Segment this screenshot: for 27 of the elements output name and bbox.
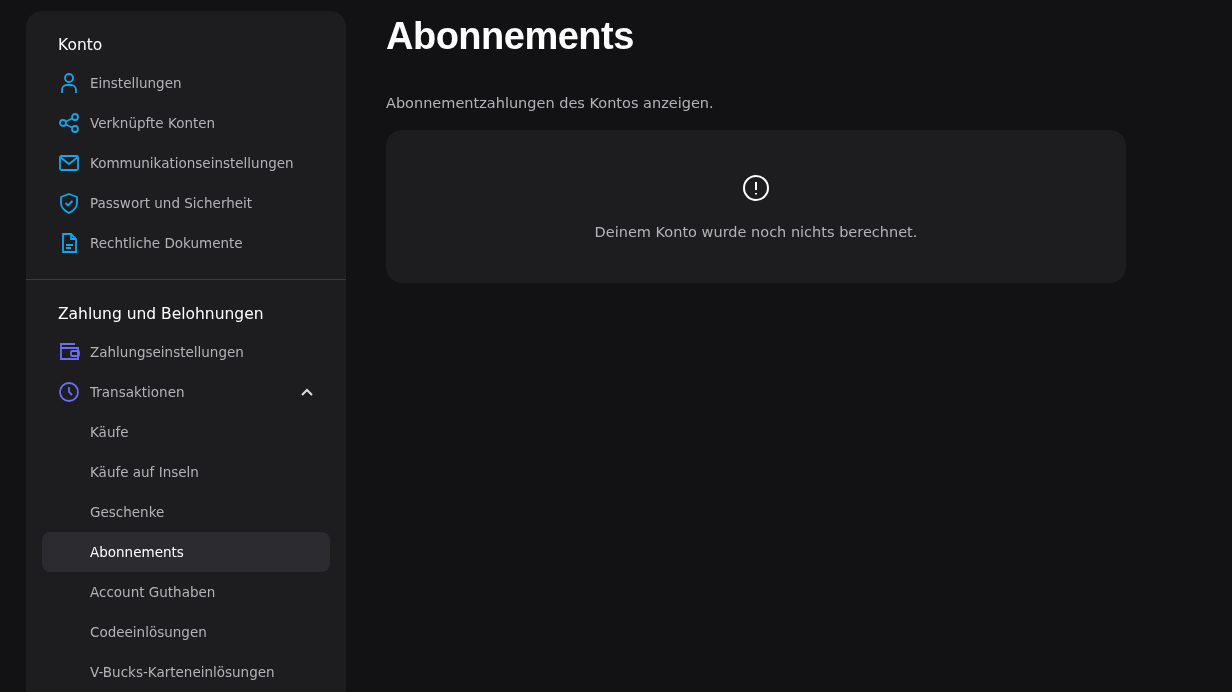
wallet-icon [58,341,80,363]
share-icon [58,112,80,134]
section-heading: Zahlung und Belohnungen [57,304,265,324]
sidebar-subitem[interactable]: Account Guthaben [42,572,330,612]
empty-message: Deinem Konto wurde noch nichts berechnet. [594,223,918,240]
sidebar-subitem[interactable]: Codeeinlösungen [42,612,330,652]
sidebar-item[interactable]: Einstellungen [42,63,330,103]
sidebar-subitem[interactable]: Käufe auf Inseln [42,452,330,492]
mail-icon [58,152,80,174]
sidebar-item[interactable]: Rechtliche Dokumente [42,223,330,263]
sidebar-item[interactable]: Kommunikationseinstellungen [42,143,330,183]
person-icon [58,72,80,94]
page-title: Abonnements [386,14,634,59]
alert-icon [742,173,770,202]
sidebar-item[interactable]: Passwort und Sicherheit [42,183,330,223]
sidebar-subitem[interactable]: Abonnements [42,532,330,572]
chevron-icon[interactable] [300,387,314,397]
sidebar-subitem[interactable]: Geschenke [42,492,330,532]
sidebar-subitem[interactable]: V-Bucks-Karteneinlösungen [42,652,330,692]
clock-icon [58,381,80,403]
page-description: Abonnementzahlungen des Kontos anzeigen. [386,94,715,113]
sidebar-item[interactable]: Transaktionen [42,372,330,412]
sidebar-item[interactable]: Verknüpfte Konten [42,103,330,143]
shield-icon [58,192,80,214]
section-heading: Konto [57,35,104,55]
sidebar-subitem[interactable]: Käufe [42,412,330,452]
sidebar-item[interactable]: Zahlungseinstellungen [42,332,330,372]
